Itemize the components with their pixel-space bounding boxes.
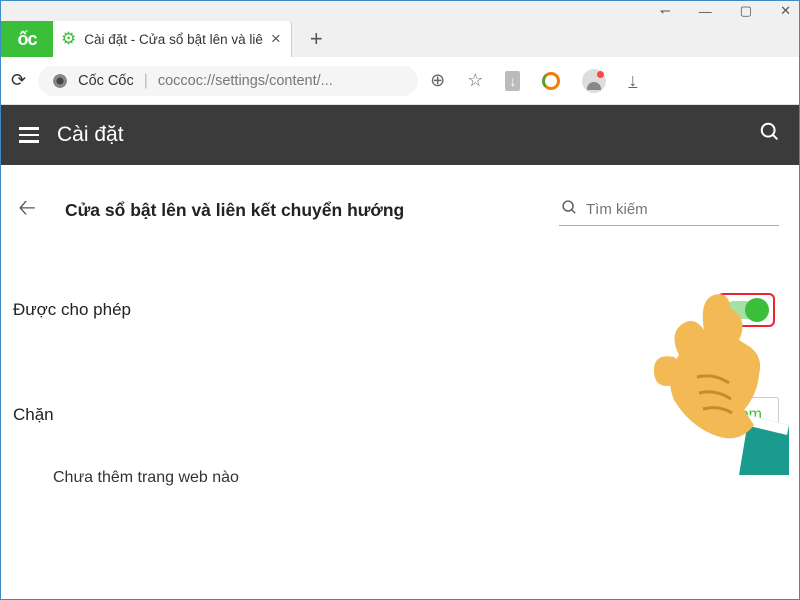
url-box[interactable]: Cốc Cốc | coccoc://settings/content/... bbox=[38, 66, 418, 96]
block-label: Chặn bbox=[13, 405, 54, 425]
bookmark-icon[interactable]: ☆ bbox=[467, 70, 483, 91]
add-button[interactable]: em bbox=[723, 397, 779, 433]
allowed-toggle[interactable] bbox=[725, 301, 767, 319]
menu-button[interactable] bbox=[19, 127, 39, 143]
download-icon[interactable]: ↓ bbox=[505, 71, 520, 91]
gear-icon: ⚙ bbox=[61, 29, 76, 49]
toggle-highlight bbox=[717, 293, 775, 327]
close-tab-button[interactable]: × bbox=[271, 29, 281, 49]
search-box[interactable] bbox=[559, 195, 779, 226]
reload-button[interactable]: ⟳ bbox=[11, 70, 26, 91]
back-button[interactable]: 🡠 bbox=[13, 191, 41, 229]
url-text: coccoc://settings/content/... bbox=[158, 73, 333, 89]
close-window-button[interactable]: ✕ bbox=[780, 3, 791, 19]
allowed-row: Được cho phép bbox=[13, 293, 779, 327]
window-controls: ↽ — ▢ ✕ bbox=[1, 1, 799, 21]
address-bar: ⟳ Cốc Cốc | coccoc://settings/content/..… bbox=[1, 57, 799, 105]
maximize-button[interactable]: ▢ bbox=[740, 3, 752, 19]
search-input[interactable] bbox=[586, 201, 777, 218]
search-icon bbox=[561, 199, 578, 221]
block-row: Chặn em bbox=[13, 397, 779, 433]
empty-state-text: Chưa thêm trang web nào bbox=[53, 469, 779, 487]
settings-content: 🡠 Cửa sổ bật lên và liên kết chuyển hướn… bbox=[1, 165, 799, 487]
new-tab-button[interactable]: + bbox=[310, 26, 323, 52]
divider: | bbox=[144, 72, 148, 90]
browser-logo: ốc bbox=[1, 21, 53, 57]
zoom-icon[interactable]: ⊕ bbox=[430, 70, 445, 91]
section-title: Cửa sổ bật lên và liên kết chuyển hướng bbox=[65, 200, 535, 221]
section-head: 🡠 Cửa sổ bật lên và liên kết chuyển hướn… bbox=[13, 191, 779, 229]
profile-avatar[interactable] bbox=[582, 69, 606, 93]
back-history-icon[interactable]: ↽ bbox=[660, 3, 671, 19]
search-icon[interactable] bbox=[759, 121, 781, 149]
downloads-arrow-icon[interactable]: ↓ bbox=[628, 70, 637, 91]
tab-bar: ốc ⚙ Cài đặt - Cửa sổ bật lên và liê × + bbox=[1, 21, 799, 57]
tab-title: Cài đặt - Cửa sổ bật lên và liê bbox=[84, 32, 263, 47]
site-name: Cốc Cốc bbox=[78, 73, 134, 89]
site-icon bbox=[52, 73, 68, 89]
extension-icon[interactable] bbox=[542, 72, 560, 90]
minimize-button[interactable]: — bbox=[699, 4, 712, 19]
settings-title: Cài đặt bbox=[57, 123, 124, 147]
toolbar-icons: ⊕ ☆ ↓ ↓ bbox=[430, 69, 637, 93]
allowed-label: Được cho phép bbox=[13, 300, 131, 320]
settings-header: Cài đặt bbox=[1, 105, 799, 165]
browser-tab[interactable]: ⚙ Cài đặt - Cửa sổ bật lên và liê × bbox=[53, 21, 292, 57]
